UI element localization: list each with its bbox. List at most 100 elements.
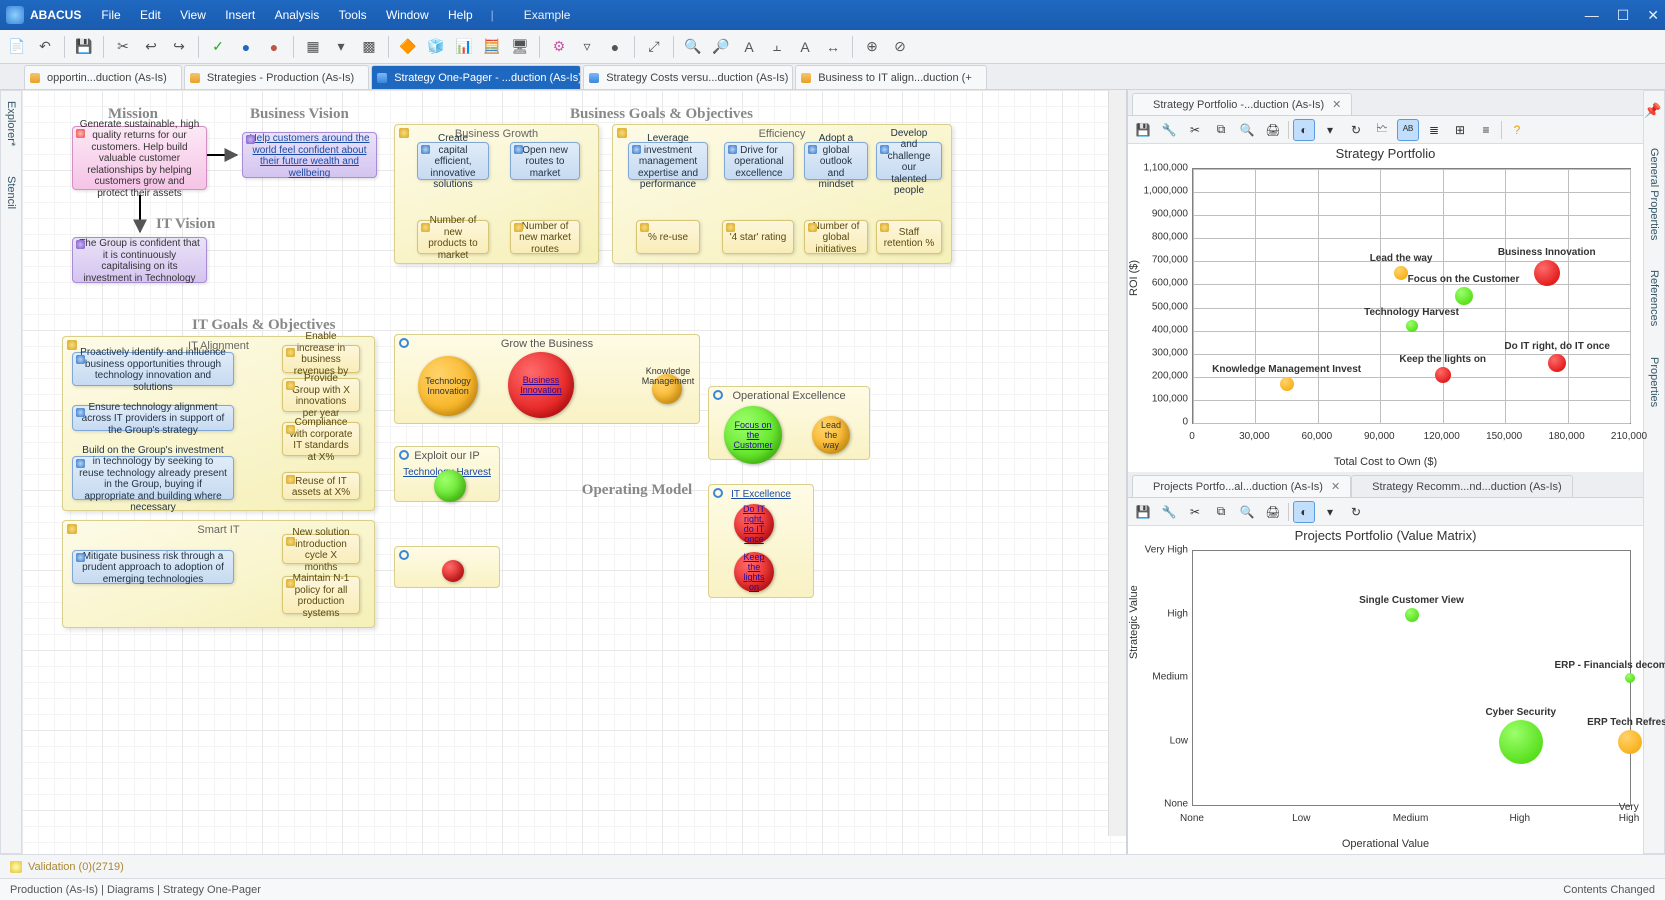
tb-calc-icon[interactable]: 🧮 xyxy=(479,34,505,60)
node-ita-c2[interactable]: Provide Group with X innovations per yea… xyxy=(282,378,360,412)
node-ita-b2[interactable]: Ensure technology alignment across IT pr… xyxy=(72,405,234,431)
node-ef-m4[interactable]: Staff retention % xyxy=(876,220,942,254)
ptb-cut-icon[interactable]: ✂ xyxy=(1184,501,1206,523)
bubble-lightson[interactable]: Keep the lights on xyxy=(734,552,774,592)
ptb-print-icon[interactable]: 🖨 xyxy=(1262,501,1284,523)
tb-dot1-icon[interactable]: ● xyxy=(233,34,259,60)
tb-3d-icon[interactable]: 🧊 xyxy=(423,34,449,60)
ptb-label-icon[interactable]: ᴬᴮ xyxy=(1397,119,1419,141)
tb-width-icon[interactable]: ↔ xyxy=(820,34,846,60)
menu-view[interactable]: View xyxy=(180,8,206,22)
sidebar-references-tab[interactable]: References xyxy=(1648,270,1660,326)
bubble-tech-harvest[interactable] xyxy=(434,470,466,502)
ptb-grid-icon[interactable]: ⊞ xyxy=(1449,119,1471,141)
menu-tools[interactable]: Tools xyxy=(339,8,367,22)
diagram-canvas[interactable]: Mission Business Vision Business Goals &… xyxy=(22,90,1127,854)
ptb-drop-icon[interactable]: ▾ xyxy=(1319,501,1341,523)
menu-insert[interactable]: Insert xyxy=(225,8,255,22)
node-bg-g1[interactable]: Create capital efficient, innovative sol… xyxy=(417,142,489,180)
tb-undo-icon[interactable]: ↩ xyxy=(138,34,164,60)
ptb-find-icon[interactable]: 🔍 xyxy=(1236,501,1258,523)
window-minimize-button[interactable]: — xyxy=(1585,7,1599,24)
chart-projects-portfolio[interactable]: Projects Portfolio (Value Matrix) Strate… xyxy=(1128,526,1643,854)
ptb-print-icon[interactable]: 🖨 xyxy=(1262,119,1284,141)
tb-zoomin-icon[interactable]: 🔍 xyxy=(680,34,706,60)
node-sit-c1[interactable]: New solution introduction cycle X months xyxy=(282,534,360,564)
ptb-wrench-icon[interactable]: 🔧 xyxy=(1158,119,1180,141)
chart-strategy-portfolio[interactable]: Strategy Portfolio ROI ($) Total Cost to… xyxy=(1128,144,1643,472)
tb-text1-icon[interactable]: A xyxy=(736,34,762,60)
sidebar-properties-tab[interactable]: Properties xyxy=(1648,357,1660,407)
tb-dot3-icon[interactable]: ● xyxy=(602,34,628,60)
doc-tab-active[interactable]: Strategy One-Pager - ...duction (As-Is)✕ xyxy=(371,65,581,89)
node-ef-g2[interactable]: Drive for operational excellence xyxy=(724,142,794,180)
ptb-refresh-icon[interactable]: ↻ xyxy=(1345,119,1367,141)
panel-tab[interactable]: Projects Portfo...al...duction (As-Is)✕ xyxy=(1132,475,1351,497)
node-bg-g2[interactable]: Open new routes to market xyxy=(510,142,580,180)
node-ita-c1[interactable]: Enable increase in business revenues by … xyxy=(282,345,360,373)
bubble-small1[interactable] xyxy=(442,560,464,582)
ptb-cut-icon[interactable]: ✂ xyxy=(1184,119,1206,141)
menu-help[interactable]: Help xyxy=(448,8,473,22)
node-sit-c2[interactable]: Maintain N-1 policy for all production s… xyxy=(282,576,360,614)
node-ita-c3[interactable]: Compliance with corporate IT standards a… xyxy=(282,422,360,456)
tb-new-icon[interactable]: 📄 xyxy=(4,34,30,60)
ptb-wrench-icon[interactable]: 🔧 xyxy=(1158,501,1180,523)
bubble-tech-innov[interactable]: Technology Innovation xyxy=(418,356,478,416)
node-bg-m2[interactable]: Number of new market routes xyxy=(510,220,580,254)
bubble-lead-way[interactable]: Lead the way xyxy=(812,416,850,454)
ptb-drop-icon[interactable]: ▾ xyxy=(1319,119,1341,141)
doc-tab[interactable]: Strategy Costs versu...duction (As-Is) xyxy=(583,65,793,89)
menu-edit[interactable]: Edit xyxy=(140,8,161,22)
menu-file[interactable]: File xyxy=(101,8,120,22)
ptb-mode-icon[interactable]: ◐ xyxy=(1293,501,1315,523)
node-ef-g1[interactable]: Leverage investment management expertise… xyxy=(628,142,708,180)
tb-expand-icon[interactable]: ▾ xyxy=(328,34,354,60)
ptb-list-icon[interactable]: ≣ xyxy=(1423,119,1445,141)
tb-redo-icon[interactable]: ↪ xyxy=(166,34,192,60)
node-bg-m1[interactable]: Number of new products to market xyxy=(417,220,489,254)
tb-open-icon[interactable]: ↶ xyxy=(32,34,58,60)
tb-text2-icon[interactable]: A xyxy=(792,34,818,60)
validation-bar[interactable]: Validation (0)(2719) xyxy=(0,854,1665,878)
tb-validate-icon[interactable]: ✓ xyxy=(205,34,231,60)
close-icon[interactable]: ✕ xyxy=(1331,480,1340,493)
window-close-button[interactable]: ✕ xyxy=(1647,7,1659,24)
tb-chart-icon[interactable]: 📊 xyxy=(451,34,477,60)
bubble-focus-cust[interactable]: Focus on the Customer xyxy=(724,406,782,464)
ptb-copy-icon[interactable]: ⧉ xyxy=(1210,501,1232,523)
tb-add-icon[interactable]: ⊕ xyxy=(859,34,885,60)
node-ef-g3[interactable]: Adopt a global outlook and mindset xyxy=(804,142,868,180)
ptb-rows-icon[interactable]: ≡ xyxy=(1475,119,1497,141)
node-sit-b1[interactable]: Mitigate business risk through a prudent… xyxy=(72,550,234,584)
ptb-save-icon[interactable]: 💾 xyxy=(1132,119,1154,141)
node-itvision[interactable]: The Group is confident that it is contin… xyxy=(72,237,207,283)
tb-drop-icon[interactable]: ▿ xyxy=(574,34,600,60)
window-maximize-button[interactable]: ☐ xyxy=(1617,7,1630,24)
tb-cut-icon[interactable]: ✂ xyxy=(110,34,136,60)
doc-tab[interactable]: Strategies - Production (As-Is) xyxy=(184,65,369,89)
ptb-mode-icon[interactable]: ◐ xyxy=(1293,119,1315,141)
tb-gear-icon[interactable]: ⚙ xyxy=(546,34,572,60)
tb-screen-icon[interactable]: 🖥 xyxy=(507,34,533,60)
node-bvision[interactable]: Help customers around the world feel con… xyxy=(242,132,377,178)
tb-matrix-icon[interactable]: ▩ xyxy=(356,34,382,60)
tb-remove-icon[interactable]: ⊘ xyxy=(887,34,913,60)
doc-tab[interactable]: Business to IT align...duction (+ xyxy=(795,65,987,89)
ptb-help-icon[interactable]: ? xyxy=(1506,119,1528,141)
tb-table-icon[interactable]: ▦ xyxy=(300,34,326,60)
tb-zoomout-icon[interactable]: 🔎 xyxy=(708,34,734,60)
node-ita-c4[interactable]: Reuse of IT assets at X% xyxy=(282,472,360,500)
node-ef-g4[interactable]: Develop and challenge our talented peopl… xyxy=(876,142,942,180)
menu-analysis[interactable]: Analysis xyxy=(275,8,320,22)
tb-shape-icon[interactable]: 🔶 xyxy=(395,34,421,60)
ptb-refresh-icon[interactable]: ↻ xyxy=(1345,501,1367,523)
close-icon[interactable]: ✕ xyxy=(1332,98,1341,111)
sidebar-explorer-tab[interactable]: Explorer* xyxy=(5,101,17,146)
ptb-find-icon[interactable]: 🔍 xyxy=(1236,119,1258,141)
ptb-trend-icon[interactable]: 🗠 xyxy=(1371,119,1393,141)
ptb-save-icon[interactable]: 💾 xyxy=(1132,501,1154,523)
node-mission[interactable]: Generate sustainable, high quality retur… xyxy=(72,126,207,190)
bubble-biz-innov[interactable]: Business Innovation xyxy=(508,352,574,418)
panel-tab[interactable]: Strategy Recomm...nd...duction (As-Is) xyxy=(1351,475,1573,497)
